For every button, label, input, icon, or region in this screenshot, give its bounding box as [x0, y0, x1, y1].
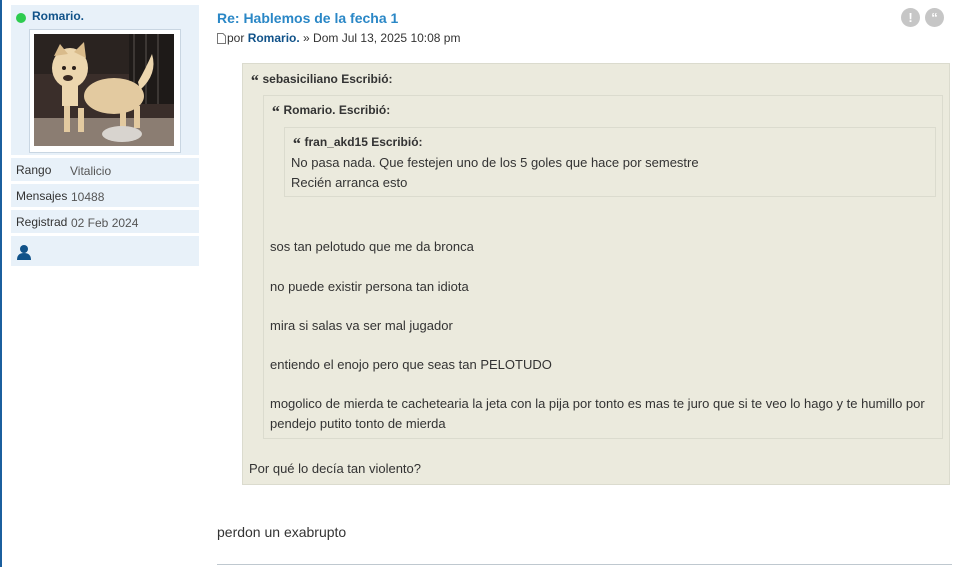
quote-inner-cite: “fran_akd15 Escribió: [292, 134, 423, 154]
quote-mark-icon: “ [292, 134, 301, 153]
avatar [29, 29, 181, 153]
quote-inner-cite-text: fran_akd15 Escribió: [304, 135, 423, 149]
rank-value: Vitalicio [70, 164, 112, 178]
registered-label: Registrad [16, 215, 68, 229]
post-date: » Dom Jul 13, 2025 10:08 pm [303, 31, 461, 45]
profile-username[interactable]: Romario. [32, 9, 84, 23]
quote-mid-line: mogolico de mierda te cachetearia la jet… [270, 396, 925, 431]
post-profile: Romario. Rango Vitalicio Mensajes 10488 … [11, 5, 199, 266]
post-divider [217, 564, 952, 565]
quote-block-inner: “fran_akd15 Escribió: No pasa nada. Que … [284, 127, 936, 197]
quote-button[interactable]: “ [925, 8, 944, 27]
quote-block-middle: “Romario. Escribió: “fran_akd15 Escribió… [263, 95, 943, 439]
post-author-link[interactable]: Romario. [248, 31, 300, 45]
quote-mid-cite-text: Romario. Escribió: [283, 103, 391, 117]
dog-photo-avatar-icon [34, 34, 174, 146]
profile-rank-row: Rango Vitalicio [11, 158, 199, 181]
quote-outer-cite-text: sebasiciliano Escribió: [262, 72, 393, 86]
quote-mid-cite: “Romario. Escribió: [271, 102, 390, 122]
profile-header: Romario. [11, 5, 199, 155]
quote-inner-line: Recién arranca esto [291, 175, 408, 190]
quote-mid-line: mira si salas va ser mal jugador [270, 318, 453, 333]
rank-label: Rango [16, 163, 52, 177]
posts-value[interactable]: 10488 [71, 190, 104, 204]
post-body-text: perdon un exabrupto [217, 524, 347, 540]
online-status-icon [16, 13, 26, 23]
quote-outer-text: Por qué lo decía tan violento? [249, 461, 422, 476]
post-document-icon[interactable] [217, 33, 226, 44]
quote-icon: “ [931, 10, 938, 25]
left-edge-bar [0, 0, 2, 567]
quote-inner-line: No pasa nada. Que festejen uno de los 5 … [291, 155, 699, 170]
quote-mid-line: no puede existir persona tan idiota [270, 279, 469, 294]
posts-label: Mensajes [16, 189, 68, 203]
report-button[interactable]: ! [901, 8, 920, 27]
profile-posts-row: Mensajes 10488 [11, 184, 199, 207]
quote-block-outer: “sebasiciliano Escribió: “Romario. Escri… [242, 63, 950, 485]
post-title[interactable]: Re: Hablemos de la fecha 1 [217, 10, 398, 26]
post-meta: por Romario. » Dom Jul 13, 2025 10:08 pm [217, 31, 460, 45]
post-meta-prefix: por [227, 31, 245, 45]
quote-mark-icon: “ [271, 102, 280, 121]
profile-contact-row [11, 236, 199, 266]
quote-mid-line: entiendo el enojo pero que seas tan PELO… [270, 357, 552, 372]
registered-value: 02 Feb 2024 [71, 216, 139, 230]
quote-mid-line: sos tan pelotudo que me da bronca [270, 239, 474, 254]
exclamation-icon: ! [908, 10, 913, 25]
quote-mark-icon: “ [250, 71, 259, 90]
profile-registered-row: Registrad 02 Feb 2024 [11, 210, 199, 233]
quote-outer-cite: “sebasiciliano Escribió: [250, 71, 393, 91]
user-icon[interactable] [16, 244, 32, 260]
